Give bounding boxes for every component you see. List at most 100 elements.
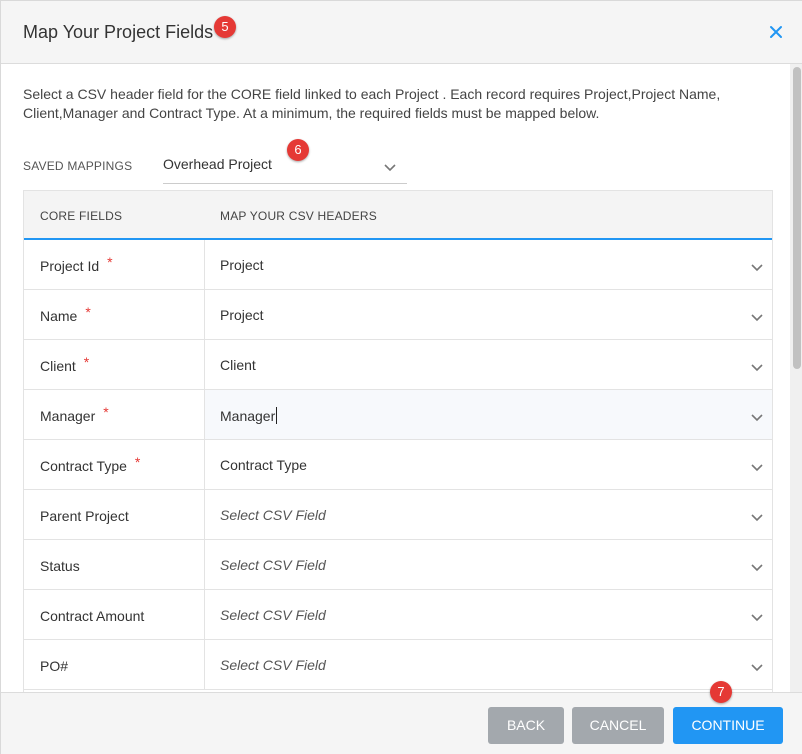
core-field-cell: Client * — [24, 340, 205, 390]
core-field-name: Parent Project — [40, 508, 129, 524]
csv-field-text: Select CSV Field — [220, 557, 326, 573]
step-badge-7: 7 — [710, 681, 732, 703]
csv-field-select[interactable]: Manager — [205, 390, 772, 439]
core-field-cell: Manager * — [24, 390, 205, 440]
csv-field-select[interactable]: Select CSV Field — [205, 540, 772, 589]
core-fields-header: CORE FIELDS — [40, 209, 123, 223]
chevron-down-icon — [750, 260, 764, 278]
csv-field-text: Manager — [220, 408, 276, 424]
csv-field-text: Contract Type — [220, 457, 307, 473]
saved-mappings-label: SAVED MAPPINGS — [23, 159, 133, 173]
csv-field-text: Select CSV Field — [220, 607, 326, 623]
dialog-description: Select a CSV header field for the CORE f… — [23, 86, 721, 121]
csv-field-text: Project — [220, 257, 264, 273]
core-field-name: Contract Type — [40, 458, 127, 474]
chevron-down-icon — [750, 360, 764, 378]
chevron-down-icon — [750, 610, 764, 628]
saved-mappings-select[interactable]: Overhead Project — [163, 149, 407, 184]
core-field-name: Manager — [40, 408, 96, 424]
table-row: Contract Type * Contract Type — [24, 440, 772, 490]
step-badge-5: 5 — [214, 16, 236, 38]
csv-field-select[interactable]: Select CSV Field — [205, 590, 772, 639]
table-body: Project Id * Project Name * Project Client * Cli… — [24, 240, 772, 690]
core-field-label: Client * — [40, 354, 89, 374]
saved-mappings-value: Overhead Project — [163, 156, 272, 172]
core-field-label: Name * — [40, 304, 91, 324]
core-field-label: Parent Project — [40, 508, 129, 524]
core-field-label: Contract Amount — [40, 608, 144, 624]
core-field-label: Project Id * — [40, 254, 113, 274]
core-field-label: Contract Type * — [40, 454, 140, 474]
core-field-name: Project Id — [40, 258, 100, 274]
dialog-footer: BACK CANCEL CONTINUE — [1, 692, 802, 754]
chevron-down-icon — [383, 160, 397, 178]
continue-button[interactable]: CONTINUE — [673, 707, 783, 744]
csv-field-value: Select CSV Field — [220, 607, 326, 623]
table-row: Client * Client — [24, 340, 772, 390]
required-marker: * — [85, 304, 91, 320]
table-row: Manager * Manager — [24, 390, 772, 440]
core-field-cell: Project Id * — [24, 240, 205, 290]
required-marker: * — [107, 254, 113, 270]
dialog-title: Map Your Project Fields — [23, 22, 214, 42]
core-field-label: Status — [40, 558, 80, 574]
core-field-cell: PO# — [24, 640, 205, 690]
core-field-label: PO# — [40, 658, 68, 674]
csv-field-value: Client — [220, 357, 256, 373]
scrollbar-thumb[interactable] — [793, 67, 801, 369]
csv-field-text: Select CSV Field — [220, 657, 326, 673]
close-icon[interactable] — [767, 23, 785, 41]
csv-field-value: Manager — [220, 407, 278, 424]
chevron-down-icon — [750, 310, 764, 328]
csv-field-value: Contract Type — [220, 457, 307, 473]
csv-field-value: Project — [220, 257, 264, 273]
back-button[interactable]: BACK — [488, 707, 564, 744]
text-cursor — [276, 407, 278, 424]
csv-field-select[interactable]: Project — [205, 290, 772, 339]
table-row: Contract Amount Select CSV Field — [24, 590, 772, 640]
chevron-down-icon — [750, 410, 764, 428]
csv-field-select[interactable]: Select CSV Field — [205, 640, 772, 689]
csv-field-value: Project — [220, 307, 264, 323]
csv-field-value: Select CSV Field — [220, 557, 326, 573]
core-field-name: PO# — [40, 658, 69, 674]
core-field-name: Client — [40, 358, 76, 374]
required-marker: * — [134, 454, 141, 470]
chevron-down-icon — [750, 460, 764, 478]
field-mapping-table: CORE FIELDS MAP YOUR CSV HEADERS Project… — [23, 190, 773, 710]
table-row: Status Select CSV Field — [24, 540, 772, 590]
csv-field-select[interactable]: Project — [205, 240, 772, 289]
csv-field-select[interactable]: Client — [205, 340, 772, 389]
core-field-cell: Contract Type * — [24, 440, 205, 490]
csv-field-select[interactable]: Select CSV Field — [205, 490, 772, 539]
csv-field-text: Project — [220, 307, 264, 323]
core-field-cell: Status — [24, 540, 205, 590]
table-row: Parent Project Select CSV Field — [24, 490, 772, 540]
chevron-down-icon — [750, 660, 764, 678]
chevron-down-icon — [750, 510, 764, 528]
dialog-header: Map Your Project Fields 5 — [1, 1, 802, 64]
csv-field-value: Select CSV Field — [220, 657, 326, 673]
step-badge-6: 6 — [287, 139, 309, 161]
core-field-cell: Name * — [24, 290, 205, 340]
cancel-button[interactable]: CANCEL — [572, 707, 664, 744]
csv-field-text: Select CSV Field — [220, 507, 326, 523]
map-fields-dialog: Map Your Project Fields 5 Select a CSV h… — [0, 0, 802, 754]
chevron-down-icon — [750, 560, 764, 578]
csv-field-value: Select CSV Field — [220, 507, 326, 523]
table-row: Name * Project — [24, 290, 772, 340]
csv-field-text: Client — [220, 357, 256, 373]
required-marker: * — [83, 354, 90, 370]
table-row: PO# Select CSV Field — [24, 640, 772, 690]
core-field-cell: Parent Project — [24, 490, 205, 540]
csv-field-select[interactable]: Contract Type — [205, 440, 772, 489]
table-header: CORE FIELDS MAP YOUR CSV HEADERS — [24, 191, 772, 240]
required-marker: * — [103, 404, 109, 420]
core-field-name: Status — [40, 558, 80, 574]
core-field-name: Contract Amount — [40, 608, 145, 624]
core-field-name: Name — [40, 308, 78, 324]
core-field-label: Manager * — [40, 404, 109, 424]
table-row: Project Id * Project — [24, 240, 772, 290]
core-field-cell: Contract Amount — [24, 590, 205, 640]
csv-headers-header: MAP YOUR CSV HEADERS — [220, 209, 377, 223]
